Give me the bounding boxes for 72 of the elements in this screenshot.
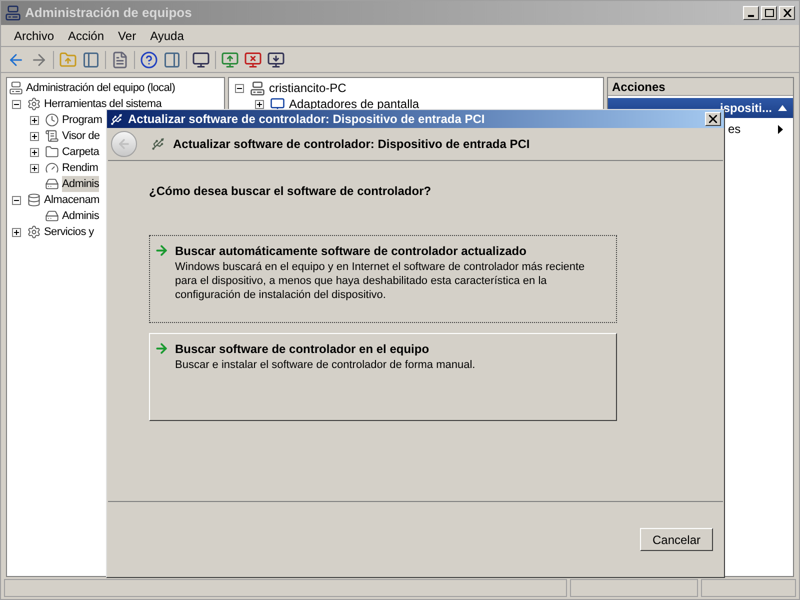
dialog-heading: Actualizar software de controlador: Dispositivo de entrada PCI <box>173 136 530 153</box>
gauge-icon <box>45 161 59 175</box>
option-description: Windows buscará en el equipo y en Internet el software de controlador más reciente para el dispositivo, a menos que haya deshabilitado esta característica en la configuración de instalación del dispositivo. <box>175 260 586 302</box>
clock-icon <box>45 113 59 127</box>
properties-icon[interactable] <box>111 50 129 68</box>
expand-icon[interactable] <box>30 164 39 172</box>
folder-icon <box>45 145 59 159</box>
drive-icon <box>45 209 59 223</box>
action-item[interactable]: es <box>728 120 778 138</box>
close-button[interactable] <box>705 112 721 126</box>
actions-title: Acciones <box>608 78 793 96</box>
computer-icon <box>5 5 21 21</box>
monitor-remove-icon[interactable] <box>244 50 262 68</box>
arrow-icon <box>154 341 169 356</box>
close-icon <box>782 9 792 17</box>
menu-item[interactable]: Ayuda <box>143 26 191 44</box>
monitor-up-icon[interactable] <box>221 50 239 68</box>
tree-item[interactable]: Servicios y <box>44 224 94 240</box>
submenu-arrow-icon <box>778 124 783 134</box>
maximize-icon <box>764 9 774 17</box>
monitor-down-icon[interactable] <box>267 50 285 68</box>
expand-icon[interactable] <box>30 116 39 124</box>
dialog-title: Actualizar software de controlador: Dispositivo de entrada PCI <box>128 111 486 128</box>
close-icon <box>709 115 717 123</box>
tree-item[interactable]: Administración del equipo (local) <box>26 80 176 96</box>
collapse-icon[interactable] <box>12 196 21 204</box>
menu-item[interactable]: Archivo <box>7 26 62 44</box>
expand-icon[interactable] <box>30 132 39 140</box>
menu-item[interactable]: Ver <box>111 26 144 44</box>
tree-item[interactable]: Adminis <box>62 208 100 224</box>
arrow-icon <box>154 243 169 258</box>
expand-icon[interactable] <box>255 100 264 108</box>
close-button[interactable] <box>779 6 795 20</box>
expand-icon[interactable] <box>30 148 39 156</box>
panel-icon[interactable] <box>82 50 100 68</box>
help-icon[interactable] <box>140 50 158 68</box>
tree-item[interactable]: Adaptadores de pantalla <box>289 95 420 113</box>
window-title: Administración de equipos <box>25 4 193 22</box>
maximize-button[interactable] <box>761 6 777 20</box>
option-title: Buscar software de controlador en el equipo <box>175 341 430 358</box>
menu-item[interactable]: Acción <box>61 26 112 44</box>
tree-item[interactable]: Herramientas del sistema <box>44 96 162 112</box>
tree-item[interactable]: Almacenam <box>44 192 100 208</box>
computer-icon <box>250 80 265 96</box>
question: ¿Cómo desea buscar el software de controlador? <box>149 183 432 200</box>
tree-item[interactable]: Adminis <box>62 176 100 192</box>
monitor-icon[interactable] <box>192 50 210 68</box>
computer-icon <box>9 81 23 95</box>
option-button[interactable]: Buscar software de controlador en el equipo Buscar e instalar el software de controlador de forma manual. <box>149 333 617 421</box>
gear-icon <box>27 225 41 239</box>
collapse-icon[interactable] <box>12 100 21 108</box>
tree-item[interactable]: Carpeta <box>62 144 100 160</box>
cancel-button[interactable]: Cancelar <box>640 528 713 551</box>
storage-icon <box>27 193 41 207</box>
minimize-button[interactable] <box>743 6 759 20</box>
tree-item[interactable]: Program <box>62 112 102 128</box>
collapse-icon[interactable] <box>778 105 787 111</box>
option-description: Buscar e instalar el software de controlador de forma manual. <box>175 358 476 372</box>
device-icon <box>151 137 165 151</box>
tree-item[interactable]: Visor de <box>62 128 100 144</box>
tree-item[interactable]: Rendim <box>62 160 98 176</box>
expand-icon[interactable] <box>12 228 21 236</box>
tree-item[interactable]: cristiancito-PC <box>269 79 346 97</box>
panel-icon[interactable] <box>163 50 181 68</box>
drive-icon <box>45 177 59 191</box>
collapse-icon[interactable] <box>235 84 244 92</box>
log-icon <box>45 129 59 143</box>
option-title: Buscar automáticamente software de controlador actualizado <box>175 243 528 260</box>
tools-icon <box>27 97 41 111</box>
back-icon <box>117 137 131 151</box>
device-icon <box>110 112 123 126</box>
option-button[interactable] <box>149 235 617 323</box>
